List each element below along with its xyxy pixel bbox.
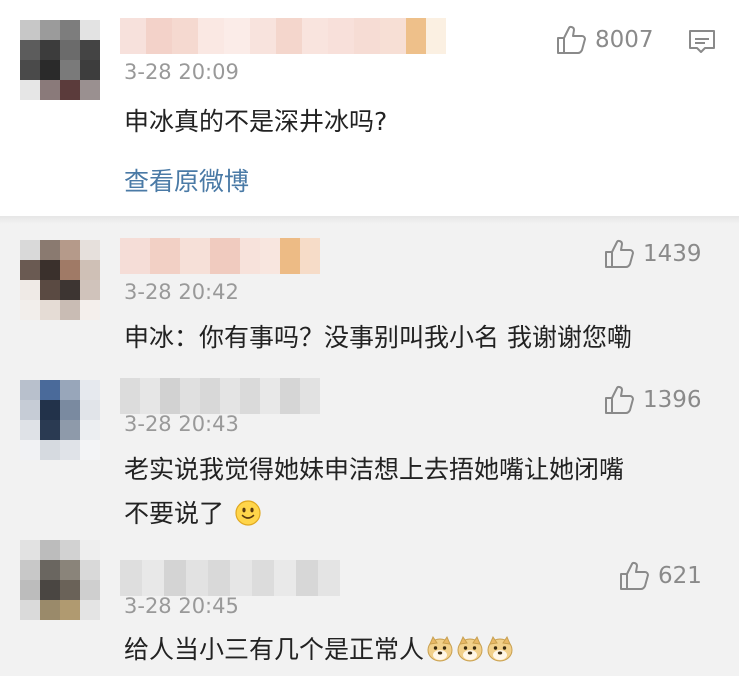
doge-emoji bbox=[487, 635, 513, 662]
username[interactable] bbox=[120, 18, 446, 54]
like-count: 1396 bbox=[643, 387, 702, 413]
reply-text: 申冰：你有事吗？没事别叫我小名 我谢谢您嘞 bbox=[124, 323, 632, 352]
doge-emoji bbox=[427, 635, 453, 662]
like-button[interactable]: 1396 bbox=[603, 384, 702, 416]
comment-icon[interactable] bbox=[688, 28, 716, 56]
avatar[interactable] bbox=[20, 20, 100, 100]
username[interactable] bbox=[120, 560, 340, 596]
reply-text-line2: 不要说了 bbox=[124, 494, 262, 530]
username[interactable] bbox=[120, 238, 320, 274]
like-count: 8007 bbox=[595, 27, 654, 53]
like-count: 1439 bbox=[643, 241, 702, 267]
reply-text: 给人当小三有几个是正常人 bbox=[124, 635, 425, 664]
reply-time: 3-28 20:42 bbox=[124, 280, 239, 304]
reply-text-line1: 老实说我觉得她妹申洁想上去捂她嘴让她闭嘴 bbox=[124, 455, 625, 484]
thumbs-up-icon bbox=[605, 239, 634, 268]
main-comment: 3-28 20:09 申冰真的不是深井冰吗? 查看原微博 8007 bbox=[0, 0, 739, 216]
reply-text-line: 给人当小三有几个是正常人 bbox=[124, 630, 514, 666]
avatar[interactable] bbox=[20, 540, 100, 620]
thumbs-up-icon bbox=[557, 25, 586, 54]
doge-emoji bbox=[457, 635, 483, 662]
like-count: 621 bbox=[658, 563, 702, 589]
thumbs-up-icon bbox=[605, 385, 634, 414]
avatar[interactable] bbox=[20, 380, 100, 460]
comment-text: 申冰真的不是深井冰吗? bbox=[124, 107, 388, 136]
thumbs-up-icon bbox=[620, 561, 649, 590]
comment-time: 3-28 20:09 bbox=[124, 60, 239, 84]
reply-list bbox=[0, 216, 739, 676]
view-original-link[interactable]: 查看原微博 bbox=[124, 162, 249, 198]
like-button[interactable]: 1439 bbox=[603, 238, 702, 270]
reply-text: 不要说了 bbox=[124, 499, 225, 528]
smile-emoji bbox=[235, 500, 261, 526]
username[interactable] bbox=[120, 378, 320, 414]
reply-time: 3-28 20:45 bbox=[124, 594, 239, 618]
like-button[interactable]: 621 bbox=[618, 560, 702, 592]
avatar[interactable] bbox=[20, 240, 100, 320]
like-button[interactable]: 8007 bbox=[555, 24, 654, 56]
reply-time: 3-28 20:43 bbox=[124, 412, 239, 436]
